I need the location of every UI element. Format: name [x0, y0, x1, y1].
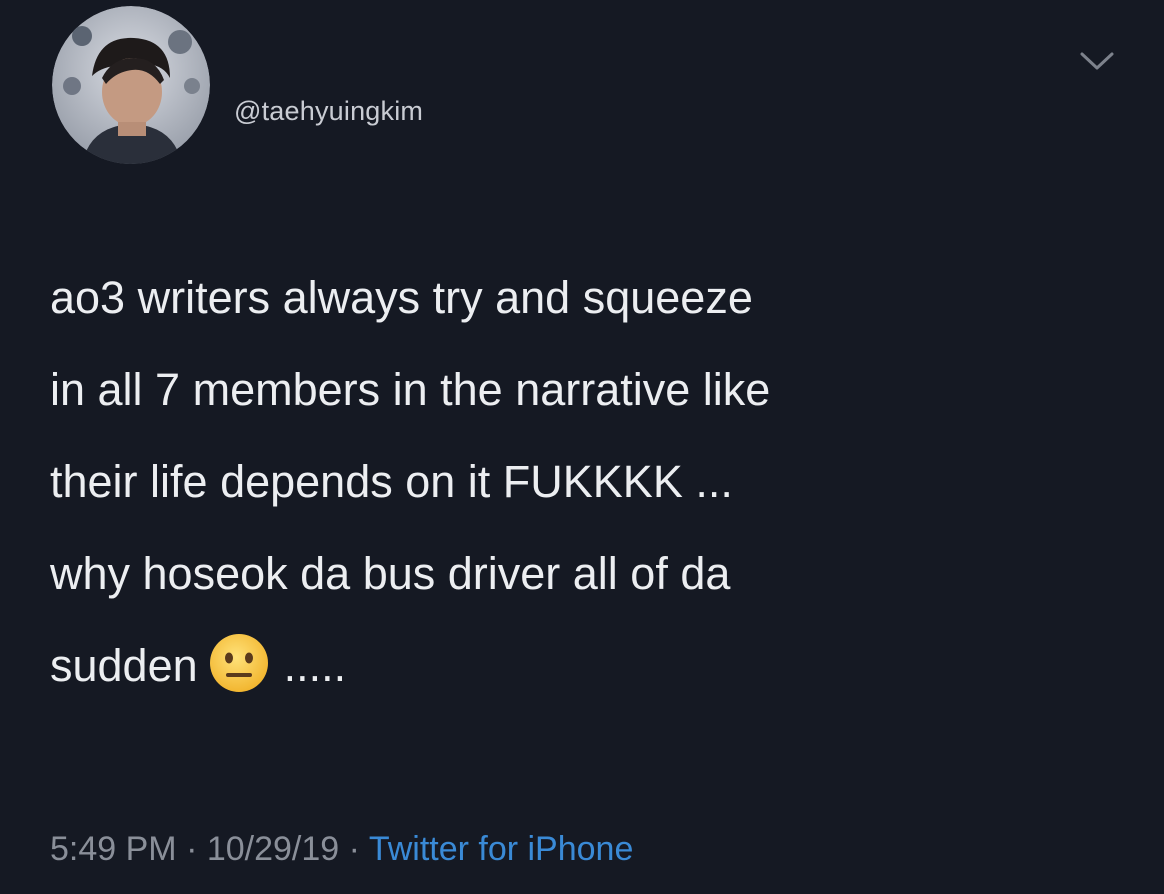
avatar[interactable]: [52, 6, 210, 164]
neutral-face-emoji-icon: [209, 634, 268, 693]
tweet-text-line: in all 7 members in the narrative like: [50, 364, 771, 415]
tweet-source-link[interactable]: Twitter for iPhone: [369, 830, 634, 868]
user-handle[interactable]: @taehyuingkim: [234, 96, 423, 127]
avatar-image: [52, 6, 210, 164]
tweet-text-line: why hoseok da bus driver all of da: [50, 548, 731, 599]
separator-dot: ·: [339, 830, 369, 868]
tweet-text: ao3 writers always try and squeeze in al…: [50, 252, 1130, 712]
tweet-time[interactable]: 5:49 PM: [50, 830, 177, 868]
tweet-metadata: 5:49 PM · 10/29/19 · Twitter for iPhone: [50, 830, 633, 869]
tweet-text-word: sudden: [50, 640, 198, 691]
tweet-text-line: ao3 writers always try and squeeze: [50, 272, 753, 323]
tweet-card: @taehyuingkim ao3 writers always try and…: [0, 0, 1164, 894]
tweet-date[interactable]: 10/29/19: [207, 830, 339, 868]
chevron-down-icon[interactable]: [1078, 48, 1116, 74]
separator-dot: ·: [176, 830, 207, 868]
tweet-text-line: their life depends on it FUKKKK ...: [50, 456, 733, 507]
tweet-text-line-last: sudden .....: [50, 620, 1130, 712]
ellipsis-text: .....: [283, 640, 347, 691]
